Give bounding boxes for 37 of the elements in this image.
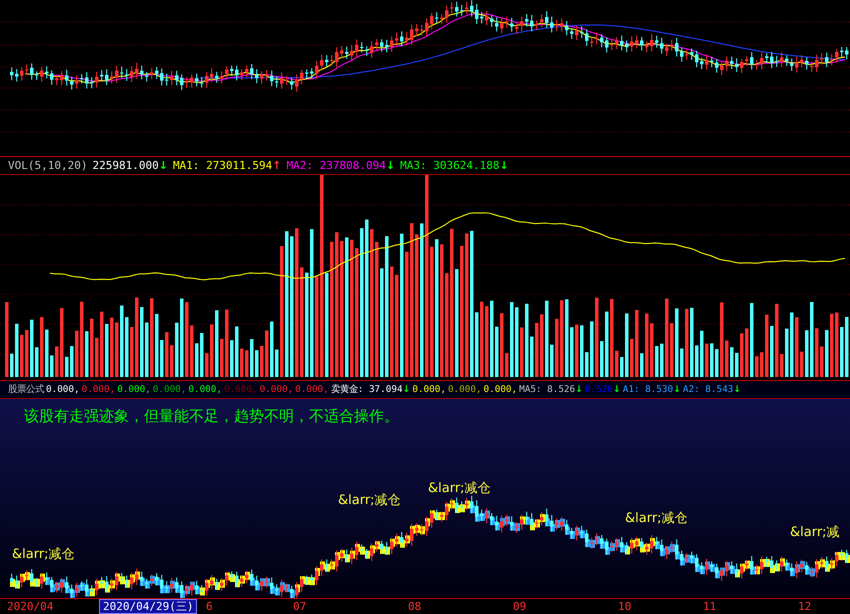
date-label: 10 [617, 600, 632, 613]
date-label: 2020/04/29(三) [100, 600, 196, 613]
analysis-message: 该股有走强迹象，但量能不足，趋势不明，不适合操作。 [24, 407, 399, 426]
signal-annotation: &larr;减仓 [428, 480, 491, 497]
indicator-title: VOL(5,10,20) [8, 159, 88, 172]
indicator-value: MA5: 8.526↓ [519, 384, 583, 395]
date-label: 12 [797, 600, 812, 613]
indicator-value: 0.000, [117, 384, 151, 395]
indicator-value: 0.000, [448, 384, 482, 395]
indicator-value: 0.000, [295, 384, 329, 395]
indicator-value: MA1: 273011.594↑ [172, 159, 282, 172]
signal-annotation: &larr;减仓 [338, 492, 401, 509]
indicator-value: A1: 8.530↓ [622, 384, 681, 395]
indicator-value: 8.526↓ [584, 384, 621, 395]
indicator-value: 0.000, [188, 384, 222, 395]
indicator-value: 卖黄金: 37.094↓ [330, 383, 410, 396]
indicator-value: A2: 8.543↓ [682, 384, 742, 395]
indicator-value: 0.000, [46, 384, 80, 395]
indicator-value: 0.000, [224, 384, 258, 395]
indicator-title: 股票公式 [8, 383, 44, 396]
indicator-value: 0.000, [484, 384, 518, 395]
indicator-value: MA2: 237808.094↓ [286, 159, 396, 172]
date-label: 6 [205, 600, 214, 613]
signal-annotation: &larr;减仓 [12, 546, 75, 563]
indicator-value: 225981.000↓ [92, 159, 168, 172]
signal-annotation: &larr;减 [790, 524, 840, 541]
date-label: 07 [292, 600, 308, 613]
date-label: 09 [512, 600, 528, 613]
indicator-value: MA3: 303624.188↓ [400, 159, 509, 172]
indicator-value: 0.000, [152, 384, 186, 395]
date-label: 11 [702, 600, 718, 613]
indicator-value: 0.000, [412, 384, 446, 395]
date-label: 2020/04 [6, 600, 54, 613]
indicator-value: 0.000, [260, 384, 294, 395]
date-label: 08 [407, 600, 422, 613]
indicator-value: 0.000, [82, 384, 116, 395]
signal-annotation: &larr;减仓 [625, 510, 688, 527]
